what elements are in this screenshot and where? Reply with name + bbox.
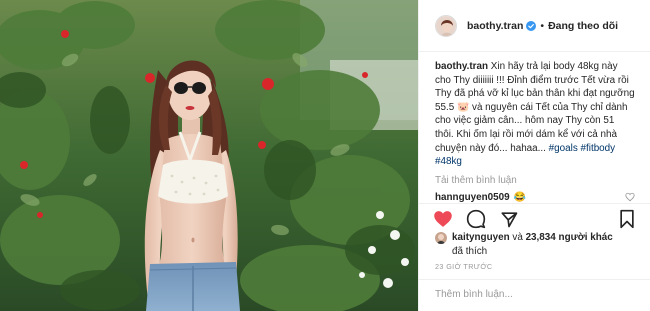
comment-bubble-icon[interactable] [466, 209, 486, 229]
post-photo[interactable] [0, 0, 418, 311]
post-details-panel: baothy.tran • Đang theo dõi baothy.tran … [418, 0, 650, 311]
author-username[interactable]: baothy.tran [467, 20, 523, 32]
author-avatar[interactable] [435, 14, 457, 37]
load-more-comments-button[interactable]: Tải thêm bình luận [435, 175, 635, 186]
liker-username[interactable]: kaitynguyen [452, 232, 510, 243]
header-text: baothy.tran • Đang theo dõi [467, 20, 618, 32]
comment-text: 😂 [513, 191, 526, 203]
post-caption: baothy.tran Xin hãy trả lại body 48kg nà… [435, 60, 635, 169]
caption-text: Xin hãy trả lại body 48kg này cho Thy di… [435, 61, 635, 154]
hashtag-link[interactable]: #fitbody [581, 143, 616, 154]
heart-filled-icon[interactable] [433, 209, 453, 229]
likes-suffix: đã thích [452, 245, 488, 257]
liker-avatar-image [435, 232, 447, 244]
share-arrow-icon[interactable] [499, 209, 519, 229]
likes-summary: kaitynguyen và 23,834 người khác đã thíc… [435, 231, 640, 258]
likes-count[interactable]: 23,834 [526, 232, 556, 243]
post-timestamp[interactable]: 23 GIỜ TRƯỚC [435, 262, 492, 271]
post-header: baothy.tran • Đang theo dõi [419, 0, 650, 52]
likes-connector: và [512, 232, 523, 243]
instagram-post: baothy.tran • Đang theo dõi baothy.tran … [0, 0, 650, 311]
likes-text: kaitynguyen và 23,834 người khác đã thíc… [452, 231, 613, 258]
add-comment-input[interactable] [435, 289, 635, 300]
comment-item: hannguyen0509 😂 [435, 192, 635, 203]
comment-like-icon[interactable] [625, 192, 635, 202]
caption-username[interactable]: baothy.tran [435, 61, 488, 72]
avatar-image [436, 15, 456, 36]
action-bar [419, 203, 650, 229]
post-photo-illustration [0, 0, 418, 311]
comments-section: baothy.tran Xin hãy trả lại body 48kg nà… [419, 53, 650, 203]
bookmark-icon[interactable] [617, 209, 637, 229]
separator-dot: • [540, 19, 545, 32]
hashtag-link[interactable]: #48kg [435, 156, 462, 167]
comment-username[interactable]: hannguyen0509 [435, 192, 510, 203]
hashtag-link[interactable]: #goals [549, 143, 578, 154]
likes-others-label[interactable]: người khác [559, 232, 613, 243]
add-comment-form [419, 279, 650, 311]
following-button[interactable]: Đang theo dõi [548, 20, 618, 32]
liker-avatar[interactable] [435, 232, 447, 244]
verified-badge-icon [526, 20, 537, 31]
